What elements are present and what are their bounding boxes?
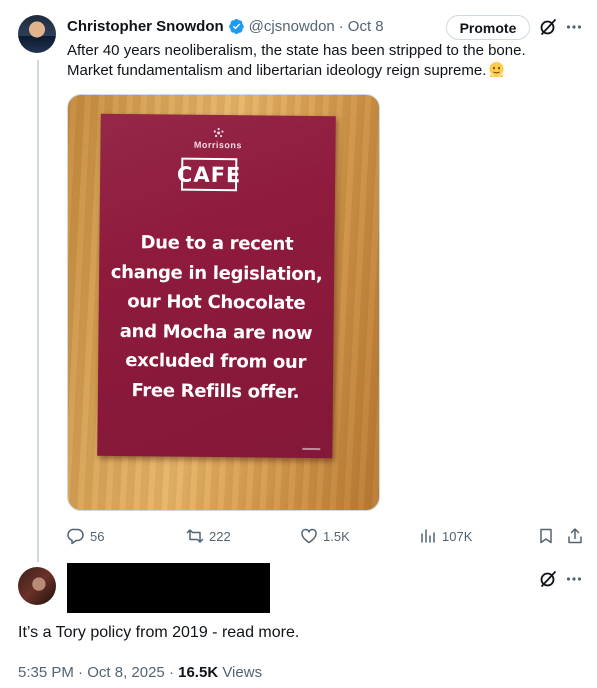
views-count: 107K: [442, 528, 473, 544]
reply-button[interactable]: 56: [67, 526, 104, 546]
grok-icon[interactable]: [539, 18, 557, 36]
bookmark-button[interactable]: [537, 526, 555, 546]
heart-icon: [301, 528, 317, 544]
reply-time[interactable]: 5:35 PM: [18, 664, 74, 681]
more-options-icon[interactable]: [565, 570, 583, 588]
poster-line: change in legislation,: [110, 261, 323, 285]
views-button[interactable]: 107K: [419, 526, 472, 546]
poster-small-print: [302, 447, 321, 451]
repost-icon: [186, 529, 204, 543]
morrisons-logo-icon: [213, 127, 224, 138]
share-icon: [568, 528, 582, 544]
thread-connector-line: [37, 60, 39, 562]
reply-count: 56: [90, 528, 105, 544]
meta-separator: ·: [78, 664, 84, 681]
verified-badge-icon[interactable]: [228, 18, 245, 35]
author-handle[interactable]: @cjsnowdon: [249, 18, 335, 35]
meta-separator: ·: [168, 664, 174, 681]
tweet-text: After 40 years neoliberalism, the state …: [67, 41, 577, 81]
author-name[interactable]: Christopher Snowdon: [67, 18, 224, 35]
poster-line: Due to a recent: [140, 232, 294, 255]
repost-count: 222: [209, 528, 231, 544]
cafe-poster: Morrisons CAFE Due to a recent change in…: [97, 113, 336, 459]
poster-brand: Morrisons: [193, 139, 243, 151]
poster-line: excluded from our: [125, 350, 307, 373]
header-separator: ·: [338, 17, 344, 35]
reply-author-avatar[interactable]: [18, 567, 56, 605]
like-button[interactable]: 1.5K: [300, 526, 350, 546]
poster-cafe-logo: CAFE: [177, 157, 241, 192]
grok-icon[interactable]: [539, 570, 557, 588]
promote-button[interactable]: Promote: [446, 15, 530, 40]
share-button[interactable]: [566, 526, 584, 546]
tweet-header: Christopher Snowdon @cjsnowdon · Oct 8: [67, 15, 384, 37]
poster-line: and Mocha are now: [119, 320, 313, 344]
bookmark-icon: [540, 528, 552, 544]
like-count: 1.5K: [323, 528, 350, 544]
reply-views-label: Views: [222, 664, 263, 681]
poster-line: Free Refills offer.: [131, 379, 300, 403]
poster-message: Due to a recent change in legislation, o…: [104, 228, 329, 407]
tweet-date[interactable]: Oct 8: [348, 18, 384, 35]
analytics-icon: [421, 529, 435, 543]
tweet-image[interactable]: Morrisons CAFE Due to a recent change in…: [67, 94, 380, 511]
reply-date[interactable]: Oct 8, 2025: [87, 664, 165, 681]
reply-views-count: 16.5K: [178, 664, 219, 681]
tweet-text-line-1: After 40 years neoliberalism, the state …: [67, 42, 526, 59]
reply-text: It’s a Tory policy from 2019 - read more…: [18, 624, 300, 641]
more-options-icon[interactable]: [565, 18, 583, 36]
author-avatar[interactable]: [18, 15, 56, 53]
reply-meta: 5:35 PM · Oct 8, 2025 · 16.5K Views: [18, 664, 262, 681]
poster-line: our Hot Chocolate: [127, 291, 306, 314]
melting-face-emoji-icon: [488, 61, 505, 78]
tweet-text-line-2: Market fundamentalism and libertarian id…: [67, 62, 487, 79]
repost-button[interactable]: 222: [186, 526, 231, 546]
redacted-author-name: [67, 563, 270, 613]
reply-icon: [67, 528, 84, 545]
